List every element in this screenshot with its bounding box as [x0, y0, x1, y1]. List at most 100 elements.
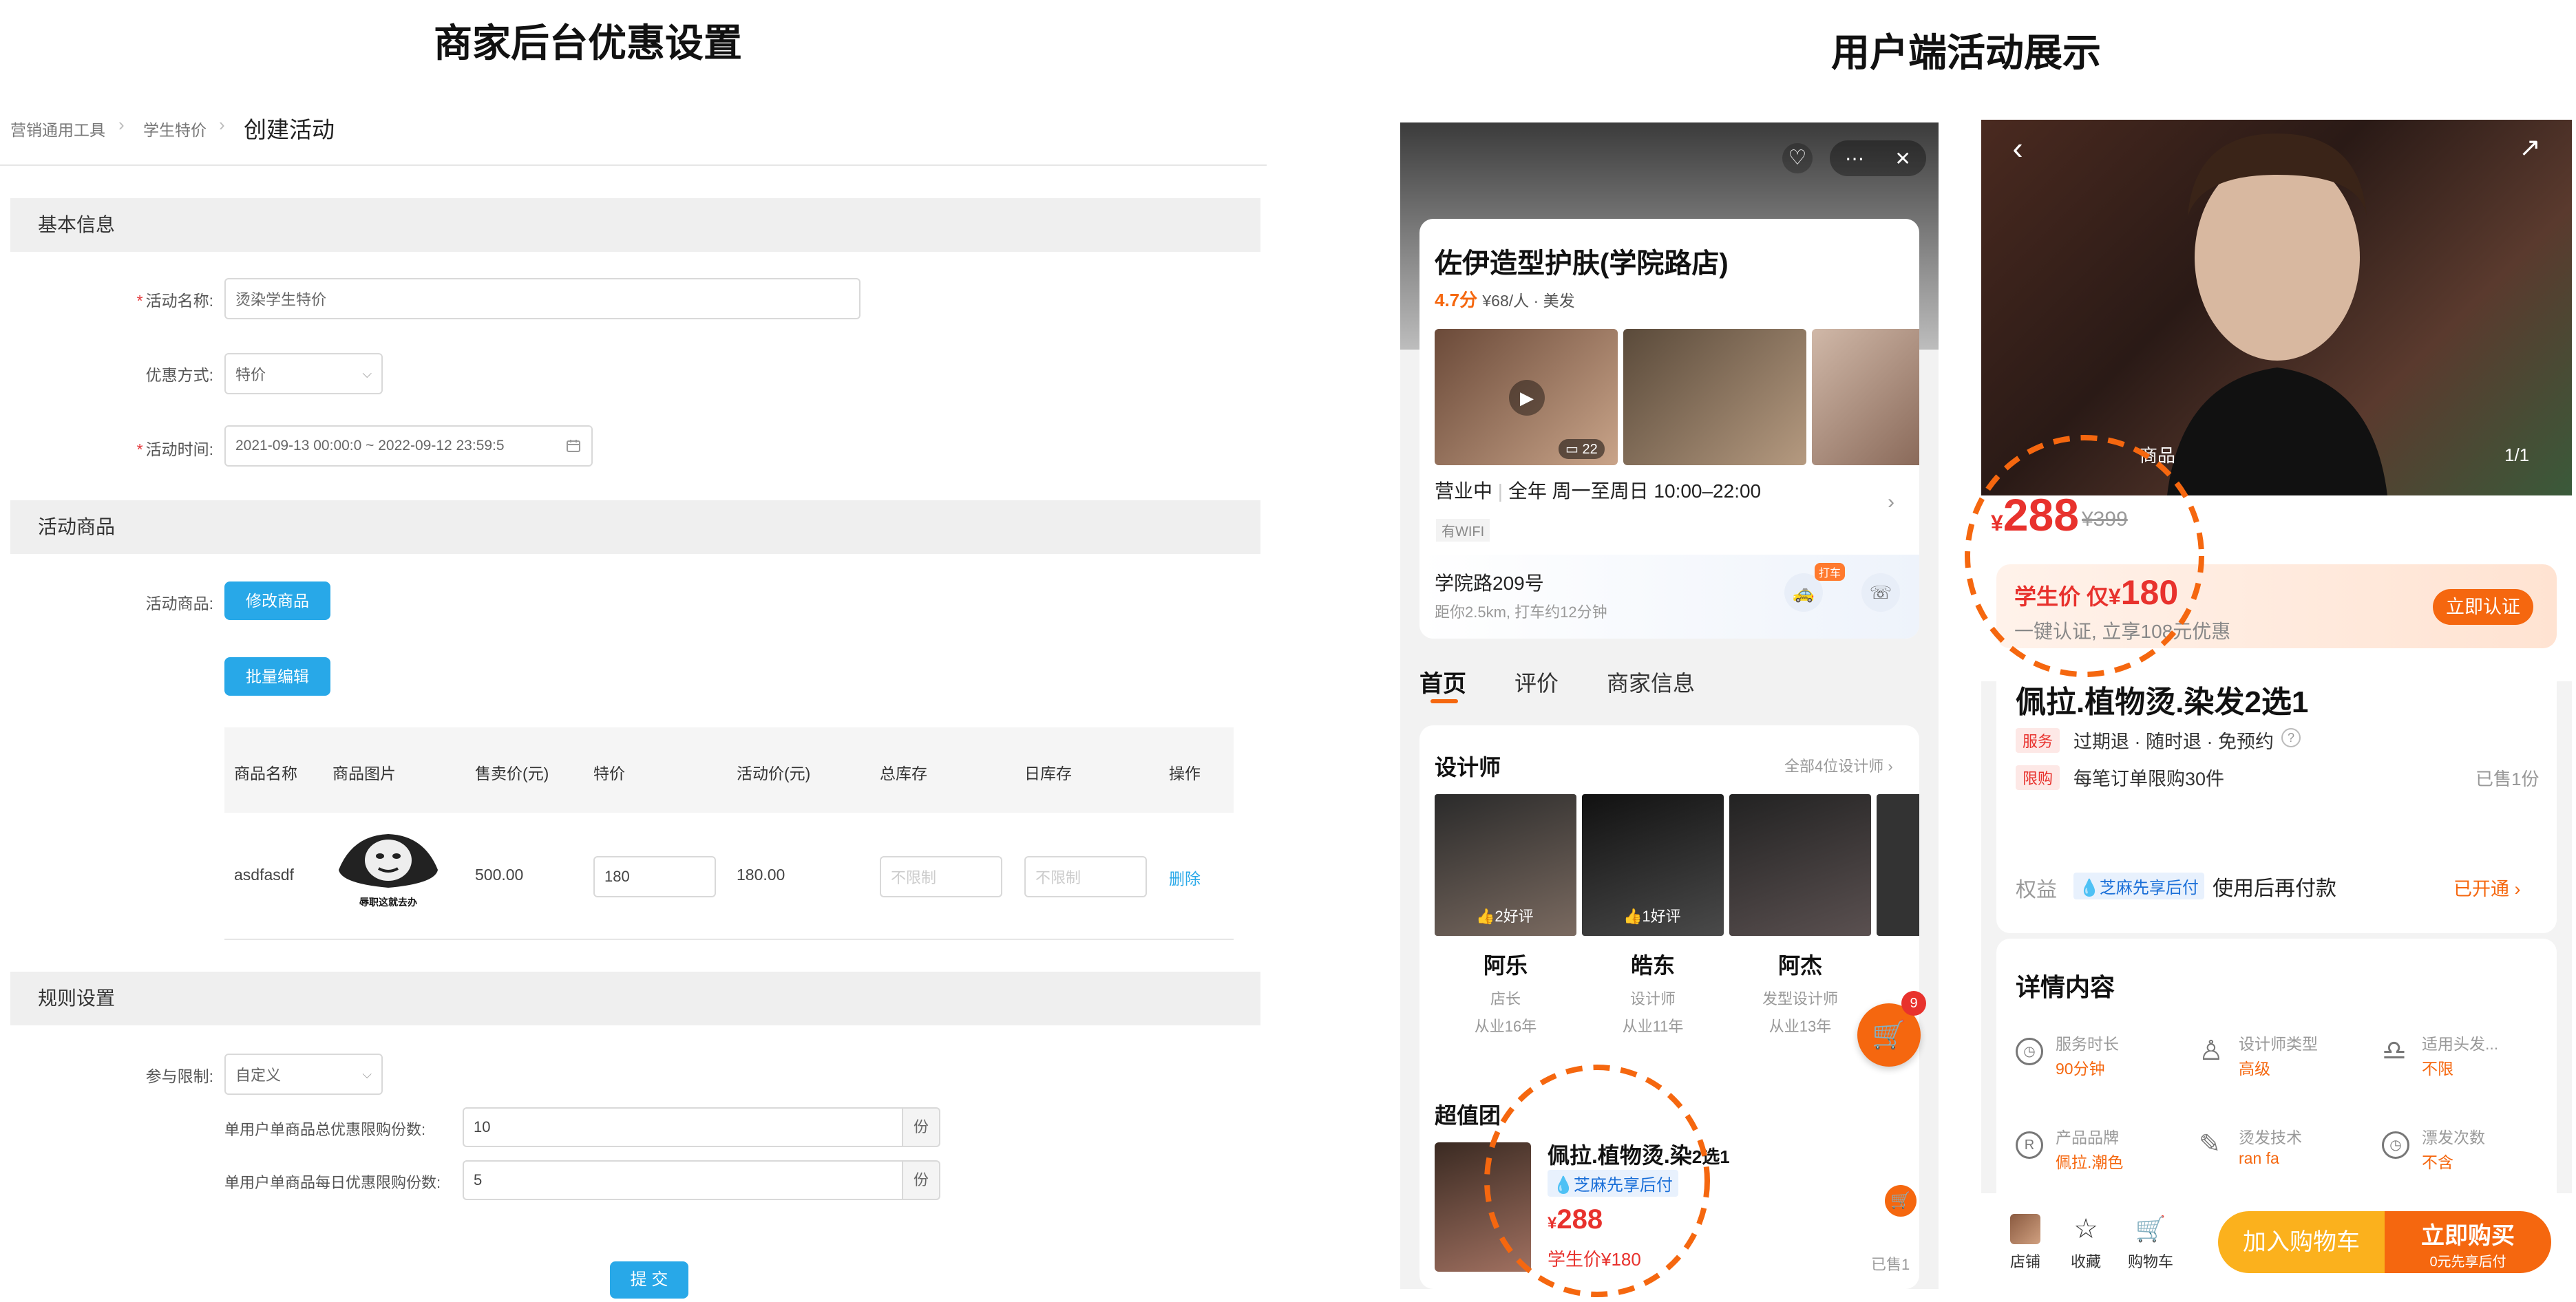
share-icon[interactable]: ↗ [2511, 129, 2548, 167]
store-address: 学院路209号 [1435, 573, 1544, 594]
favorite-icon[interactable]: ♡ [1782, 143, 1813, 173]
activity-time-picker[interactable]: 2021-09-13 00:00:0 ~ 2022-09-12 23:59:5 [224, 425, 593, 467]
shop-nav[interactable]: 店铺 [2005, 1214, 2046, 1272]
designer-likes: 👍1好评 [1623, 908, 1681, 925]
cart-icon: 🛒 [1872, 1020, 1906, 1050]
nav-label: 店铺 [2009, 1253, 2040, 1270]
total-limit-input[interactable]: 10 [463, 1107, 903, 1147]
designer-name: 阿杰 [1777, 953, 1822, 978]
detail-item: ♙ 设计师类型 高级 [2199, 1031, 2378, 1086]
add-cart-icon[interactable]: 🛒 [1885, 1185, 1917, 1217]
wifi-tag: 有WIFI [1436, 519, 1490, 542]
question-icon[interactable]: ? [2281, 728, 2301, 747]
buy-now-label: 立即购买 [2421, 1223, 2515, 1249]
daily-limit-input[interactable]: 5 [463, 1160, 903, 1200]
detail-label: 服务时长 [2056, 1035, 2119, 1053]
delete-link[interactable]: 删除 [1169, 866, 1201, 889]
detail-value: 高级 [2239, 1060, 2270, 1078]
business-hours[interactable]: 营业中 | 全年 周一至周日 10:00–22:00 [1435, 476, 1761, 504]
store-photo[interactable] [1623, 329, 1806, 465]
submit-button[interactable]: 提 交 [610, 1261, 688, 1299]
detail-title: 详情内容 [2016, 973, 2115, 1001]
divider [224, 939, 1234, 940]
designer-name: 阿乐 [1483, 953, 1528, 978]
column-header: 操作 [1169, 765, 1201, 782]
store-status: 营业中 [1435, 480, 1493, 502]
more-icon[interactable]: ⋯ [1845, 147, 1864, 170]
tab-reviews[interactable]: 评价 [1514, 666, 1559, 698]
photo-count-badge: ▭ 22 [1559, 439, 1605, 459]
discount-mode-select[interactable]: 特价 ⌵ [224, 353, 383, 394]
store-rating-row: 4.7分 ¥68/人 · 美发 [1435, 286, 1575, 312]
breadcrumb-current: 创建活动 [244, 117, 335, 142]
section-basic-info: 基本信息 [10, 198, 1260, 252]
highlight-circle [1484, 1065, 1710, 1297]
limit-value: 自定义 [235, 1067, 282, 1084]
verify-button[interactable]: 立即认证 [2433, 589, 2533, 625]
limit-tag: 限购 [2016, 765, 2060, 790]
detail-item: R 产品品牌 佩拉.潮色 [2016, 1124, 2195, 1180]
chevron-right-icon: › [219, 114, 225, 135]
activity-name-label: * 活动名称: [136, 292, 213, 310]
meme-face-image [339, 834, 438, 888]
favorite-nav[interactable]: ☆ 收藏 [2058, 1214, 2113, 1272]
designer-years: 从业11年 [1622, 1018, 1684, 1035]
column-header: 售卖价(元) [475, 765, 549, 782]
daily-stock-input[interactable]: 不限制 [1024, 856, 1147, 897]
thumb-up-icon: 👍 [1476, 908, 1495, 925]
detail-item: ◷ 服务时长 90分钟 [2016, 1031, 2195, 1086]
designer-photo[interactable]: 👍2好评 [1435, 794, 1576, 936]
designer-years: 从业16年 [1474, 1018, 1537, 1035]
rights-label: 权益 [2016, 879, 2057, 901]
detail-label: 漂发次数 [2422, 1129, 2485, 1146]
store-photo[interactable] [1812, 329, 1919, 465]
store-photo[interactable]: ▶ ▭ 22 [1435, 329, 1618, 465]
chevron-right-icon: › [118, 114, 125, 135]
shop-avatar [2010, 1214, 2040, 1244]
service-text: 过期退 · 随时退 · 免预约 [2073, 732, 2274, 752]
brush-icon: ✎ [2199, 1130, 2221, 1159]
detail-item: ◷ 漂发次数 不含 [2382, 1124, 2554, 1180]
nav-label: 购物车 [2127, 1253, 2173, 1270]
breadcrumb-item-1[interactable]: 营销通用工具 [10, 117, 105, 140]
activity-name-input[interactable]: 烫染学生特价 [224, 278, 861, 319]
sold-count: 已售1份 [2475, 769, 2540, 789]
designers-all-link[interactable]: 全部4位设计师 › [1784, 754, 1893, 776]
rights-card[interactable]: 权益 💧芝麻先享后付 使用后再付款 已开通 › [1996, 848, 2557, 922]
detail-item: ♎ 适用头发... 不限 [2382, 1031, 2554, 1086]
person-icon: ♙ [2199, 1036, 2224, 1066]
rights-status[interactable]: 已开通 › [2453, 874, 2521, 901]
tab-merchant-info[interactable]: 商家信息 [1607, 666, 1695, 698]
batch-edit-button[interactable]: 批量编辑 [224, 657, 330, 696]
nav-label: 收藏 [2070, 1253, 2101, 1270]
goods-image-caption: 辱职这就去办 [359, 897, 417, 908]
designer-info: 皓东 设计师 从业11年 [1582, 948, 1724, 1036]
designer-photo[interactable] [1729, 794, 1871, 936]
column-header: 特价 [593, 765, 625, 782]
cart-nav[interactable]: 🛒 购物车 [2122, 1214, 2179, 1272]
limit-select[interactable]: 自定义 ⌵ [224, 1054, 383, 1095]
column-header: 商品名称 [234, 765, 297, 782]
detail-value: 不限 [2422, 1060, 2453, 1078]
back-icon[interactable]: ‹ [1999, 129, 2036, 167]
water-drop-icon: 💧 [2079, 879, 2100, 897]
limit-label: 参与限制: [145, 1067, 213, 1085]
cart-badge: 9 [1901, 991, 1926, 1016]
close-icon[interactable]: ✕ [1894, 147, 1910, 170]
detail-label: 烫发技术 [2239, 1129, 2302, 1146]
detail-value: 不含 [2422, 1153, 2453, 1171]
designer-photo[interactable]: 👍1好评 [1582, 794, 1724, 936]
add-to-cart-button[interactable]: 加入购物车 [2218, 1211, 2385, 1273]
calendar-icon [567, 440, 580, 452]
tab-home[interactable]: 首页 [1419, 665, 1466, 698]
play-icon[interactable]: ▶ [1509, 380, 1545, 416]
buy-now-button[interactable]: 立即购买 0元先享后付 [2385, 1211, 2551, 1273]
special-price-input[interactable]: 180 [593, 856, 716, 897]
phone-icon[interactable]: ☏ [1861, 573, 1900, 612]
modify-goods-button[interactable]: 修改商品 [224, 581, 330, 620]
right-title: 用户端活动展示 [1831, 31, 2101, 74]
total-stock-input[interactable]: 不限制 [880, 856, 1002, 897]
breadcrumb-item-2[interactable]: 学生特价 [143, 117, 207, 140]
designer-photo[interactable] [1877, 794, 1919, 936]
activity-price: 180.00 [737, 866, 785, 884]
